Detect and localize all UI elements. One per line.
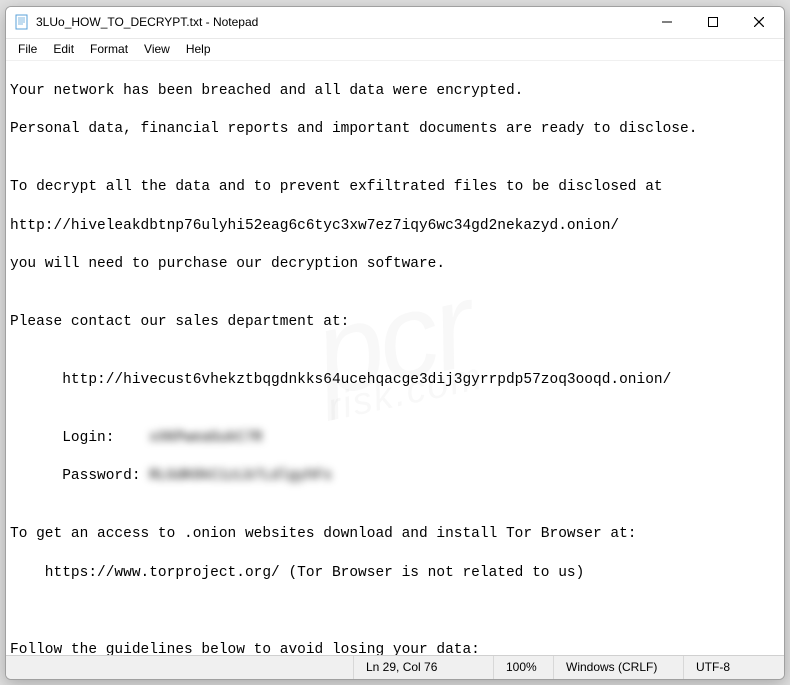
- text-line: Follow the guidelines below to avoid los…: [10, 641, 780, 655]
- notepad-icon: [14, 14, 30, 30]
- menu-edit[interactable]: Edit: [45, 40, 82, 58]
- text-line: you will need to purchase our decryption…: [10, 255, 780, 274]
- text-line: Please contact our sales department at:: [10, 313, 780, 332]
- text-line: Personal data, financial reports and imp…: [10, 120, 780, 139]
- text-line: https://www.torproject.org/ (Tor Browser…: [10, 564, 780, 583]
- status-encoding: UTF-8: [684, 656, 784, 679]
- text-line: http://hivecust6vhekztbqgdnkks64ucehqacg…: [10, 371, 780, 390]
- menu-help[interactable]: Help: [178, 40, 219, 58]
- status-spacer: [6, 656, 354, 679]
- text-line: Your network has been breached and all d…: [10, 82, 780, 101]
- status-position: Ln 29, Col 76: [354, 656, 494, 679]
- close-button[interactable]: [736, 7, 782, 38]
- window-controls: [644, 7, 782, 38]
- notepad-window: pcr risk.com 3LUo_HOW_TO_DECRYPT.txt - N…: [5, 6, 785, 680]
- window-title: 3LUo_HOW_TO_DECRYPT.txt - Notepad: [36, 15, 644, 29]
- status-zoom: 100%: [494, 656, 554, 679]
- titlebar: 3LUo_HOW_TO_DECRYPT.txt - Notepad: [6, 7, 784, 39]
- status-line-ending: Windows (CRLF): [554, 656, 684, 679]
- menubar: File Edit Format View Help: [6, 39, 784, 61]
- menu-file[interactable]: File: [10, 40, 45, 58]
- password-value: RLGdK0kC1zLb7LdlgyhFs: [149, 467, 332, 486]
- login-value: xXKPweaGukC7R: [149, 429, 262, 448]
- minimize-button[interactable]: [644, 7, 690, 38]
- text-line: http://hiveleakdbtnp76ulyhi52eag6c6tyc3x…: [10, 217, 780, 236]
- text-line: Login: xXKPweaGukC7R: [10, 429, 780, 448]
- maximize-button[interactable]: [690, 7, 736, 38]
- text-area[interactable]: Your network has been breached and all d…: [6, 61, 784, 655]
- text-line: To decrypt all the data and to prevent e…: [10, 178, 780, 197]
- statusbar: Ln 29, Col 76 100% Windows (CRLF) UTF-8: [6, 655, 784, 679]
- text-line: Password: RLGdK0kC1zLb7LdlgyhFs: [10, 467, 780, 486]
- menu-format[interactable]: Format: [82, 40, 136, 58]
- text-line: To get an access to .onion websites down…: [10, 525, 780, 544]
- menu-view[interactable]: View: [136, 40, 178, 58]
